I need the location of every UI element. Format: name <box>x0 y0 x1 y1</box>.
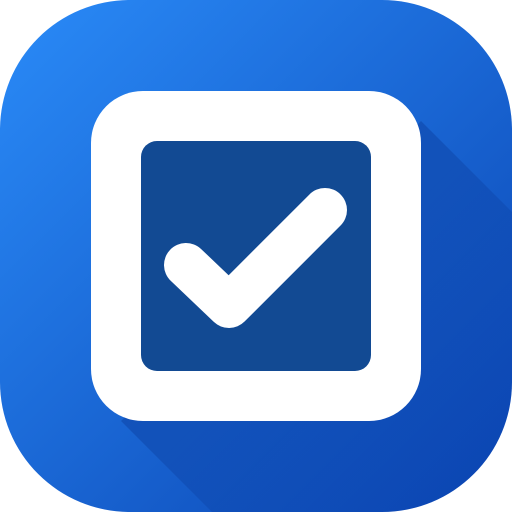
app-icon-canvas <box>0 0 512 512</box>
checkbox-checked-icon <box>0 0 512 512</box>
